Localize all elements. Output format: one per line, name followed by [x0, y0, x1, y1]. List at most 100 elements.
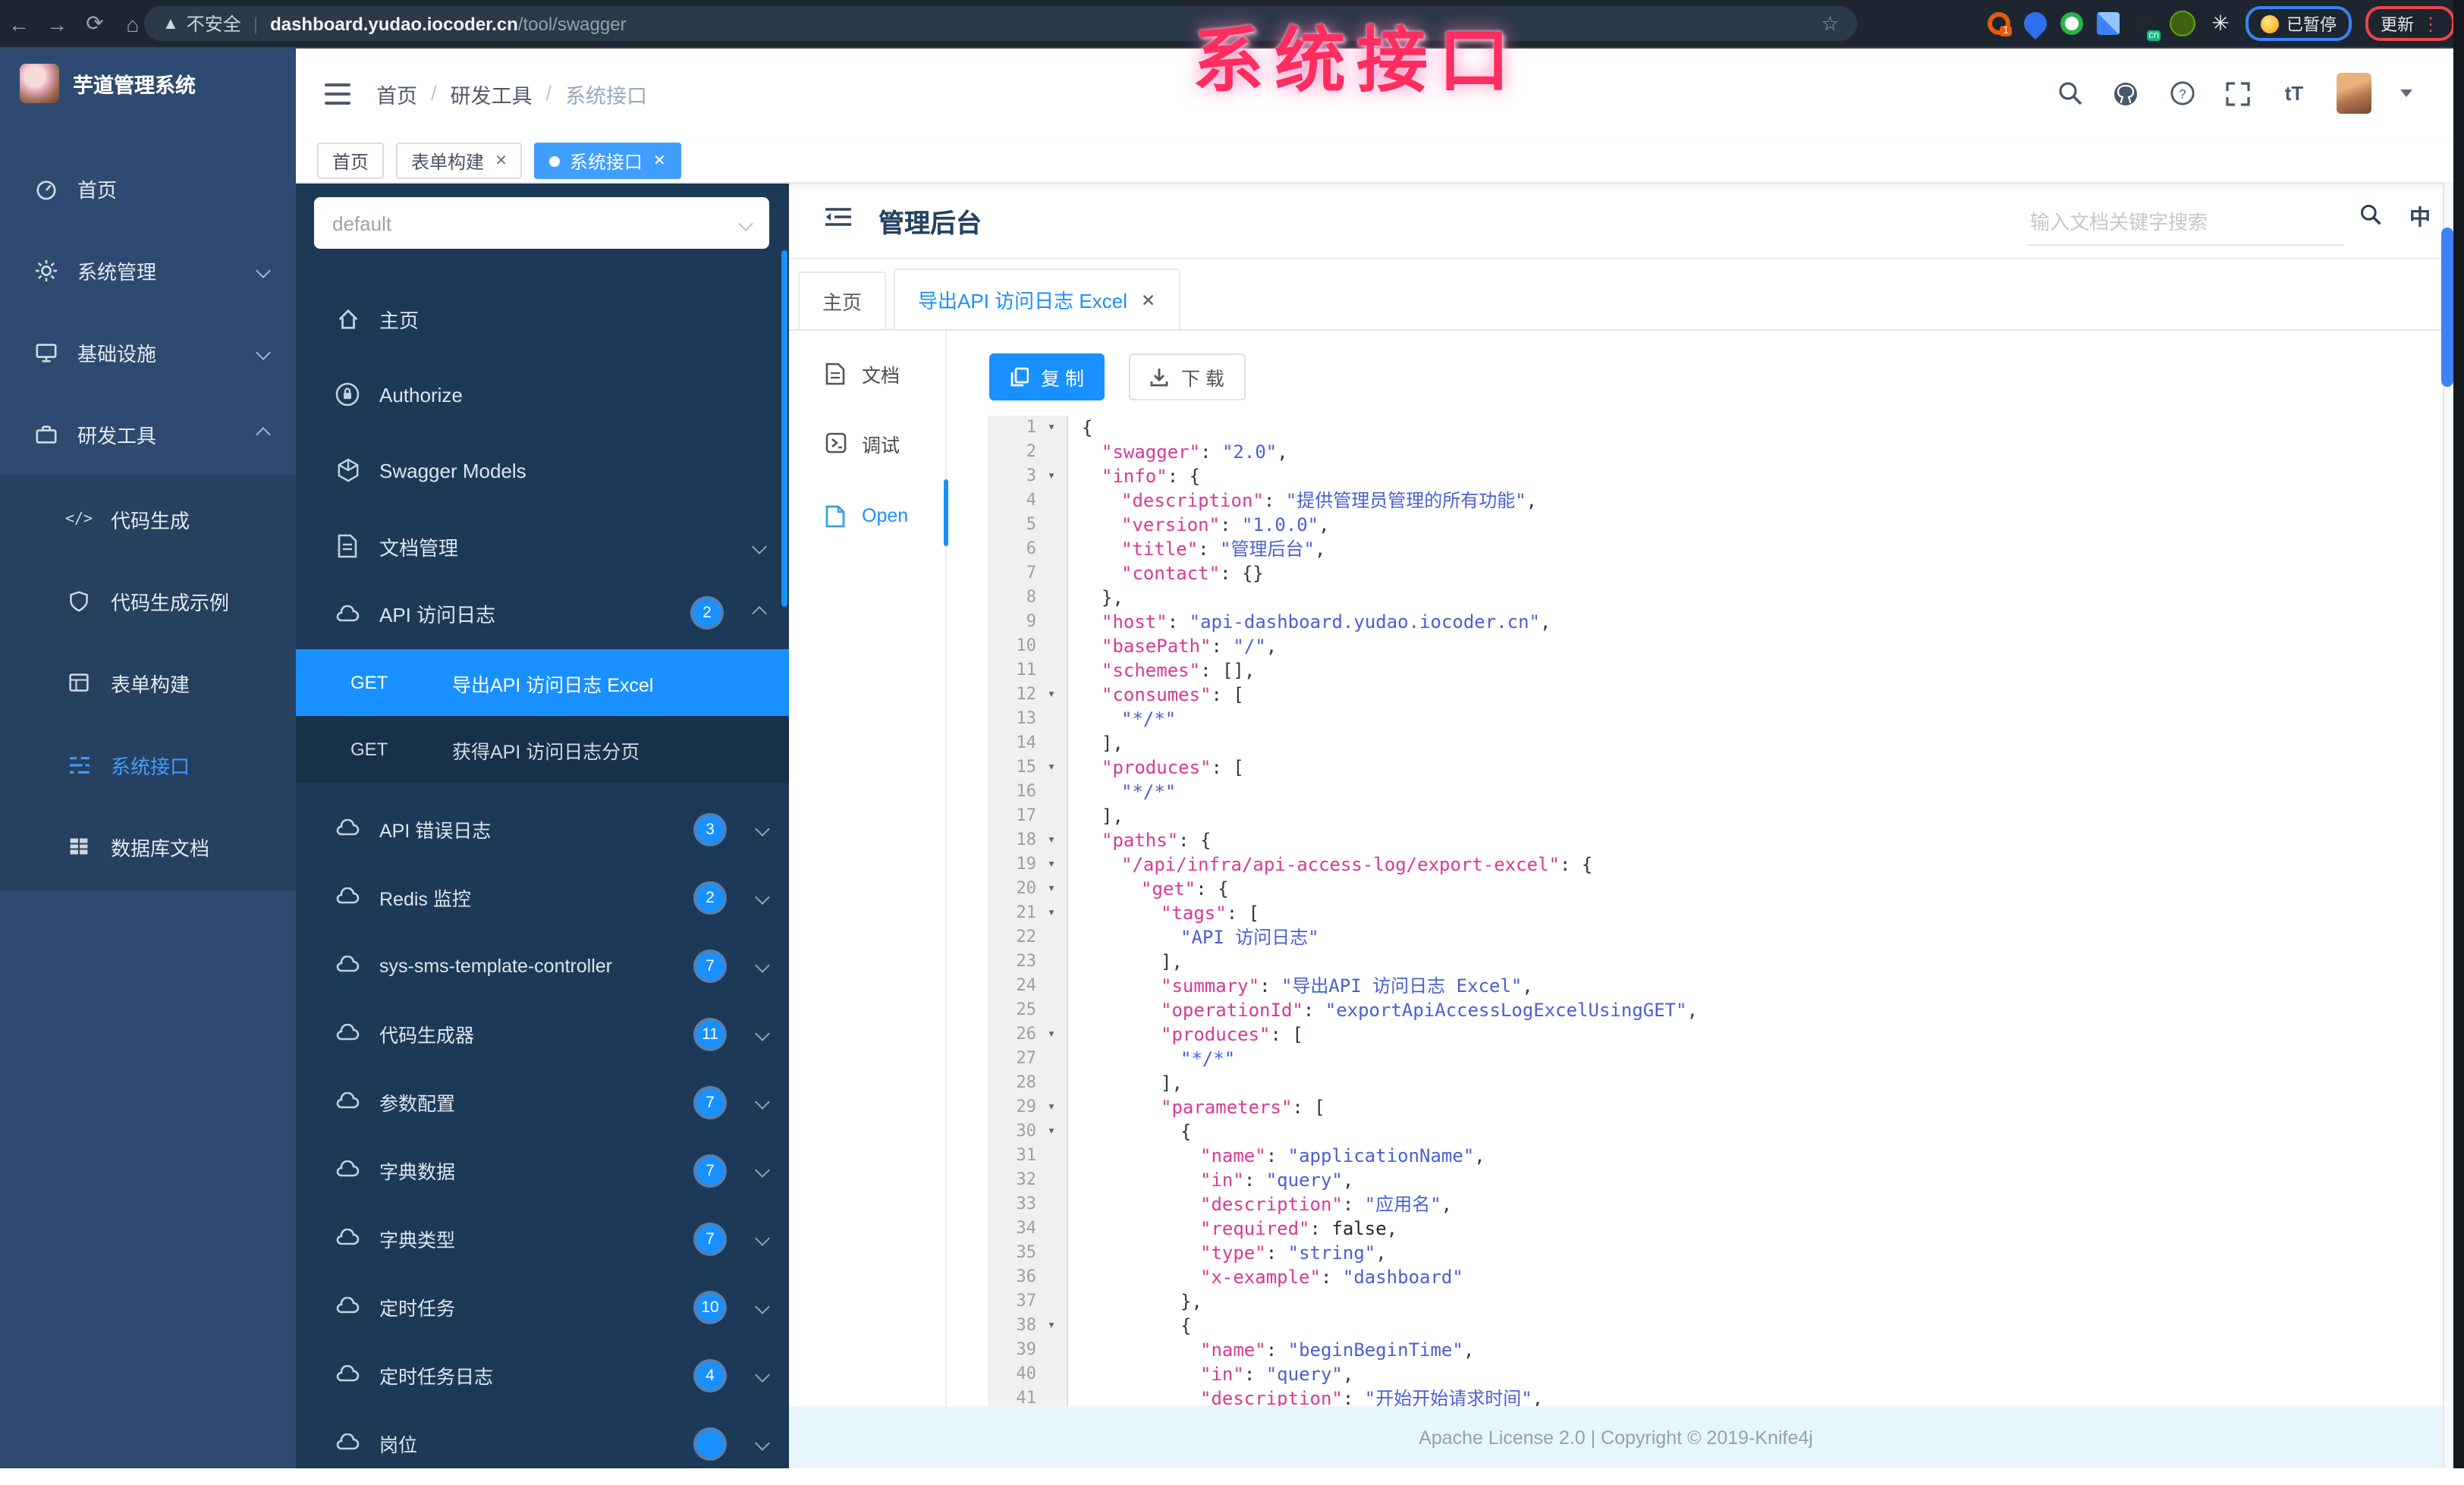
close-icon[interactable]: ✕ [495, 152, 508, 169]
avatar-caret-icon[interactable] [2400, 89, 2412, 97]
hamburger-icon[interactable] [325, 83, 350, 104]
bookmark-star-icon[interactable]: ☆ [1821, 11, 1839, 36]
line-number: 17 [1016, 805, 1037, 825]
tab-home[interactable]: 主页 [798, 272, 887, 331]
fullscreen-icon[interactable] [2224, 80, 2252, 107]
extension-translate-icon[interactable]: cn [2133, 12, 2161, 41]
api-group-select[interactable]: default [314, 197, 769, 249]
rail-item-open[interactable]: Open [789, 485, 980, 546]
dashboard-icon [33, 176, 58, 200]
address-bar[interactable]: ▲ 不安全 | dashboard.yudao.iocoder.cn/tool/… [144, 6, 1857, 41]
operation-get-page[interactable]: GET 获得API 访问日志分页 [296, 716, 789, 783]
fold-toggle-icon[interactable]: ▾ [1036, 877, 1067, 901]
rail-item-debug[interactable]: 调试 [789, 413, 980, 473]
fold-toggle-icon[interactable]: ▾ [1036, 901, 1067, 925]
fold-toggle-icon[interactable]: ▾ [1036, 1095, 1067, 1119]
sidebar-item-devtools[interactable]: 研发工具 [0, 393, 296, 475]
extension-grid-icon[interactable] [2097, 12, 2120, 35]
api-group-row[interactable]: sys-sms-template-controller 7 [296, 931, 789, 1000]
api-group-row[interactable]: 定时任务 10 [296, 1273, 789, 1341]
paused-pill[interactable]: 已暂停 [2246, 6, 2352, 41]
extension-green-icon[interactable] [2060, 12, 2083, 35]
rail-item-doc[interactable]: 文档 [789, 343, 980, 403]
sidebar-item-codegen-demo[interactable]: 代码生成示例 [0, 560, 296, 642]
line-number: 31 [1016, 1145, 1037, 1165]
copy-button[interactable]: 复 制 [989, 353, 1105, 400]
menu-dots-icon[interactable]: ⋮ [2422, 13, 2440, 34]
swagger-nav-authorize[interactable]: Authorize [296, 361, 789, 428]
extension-star-icon[interactable]: ✳ [2209, 11, 2232, 35]
api-group-row[interactable]: 岗位 [296, 1409, 789, 1468]
download-button[interactable]: 下 载 [1129, 353, 1246, 400]
fold-toggle-icon[interactable]: ▾ [1036, 1119, 1067, 1144]
count-badge [696, 1430, 724, 1457]
sidebar-scrollbar-thumb[interactable] [781, 250, 787, 607]
sidebar-item-label: 系统接口 [111, 755, 190, 777]
forward-icon[interactable]: → [38, 11, 76, 36]
tags-view: 首页 表单构建 ✕ 系统接口 ✕ [296, 140, 2453, 184]
avatar[interactable] [2337, 73, 2371, 114]
help-icon[interactable]: ? [2168, 80, 2195, 107]
doc-search-input[interactable]: 输入文档关键字搜索 [2027, 202, 2344, 246]
swagger-nav-models[interactable]: Swagger Models [296, 437, 789, 504]
fold-toggle-icon[interactable]: ▾ [1036, 683, 1067, 707]
tag-form-builder[interactable]: 表单构建 ✕ [396, 143, 523, 179]
back-icon[interactable]: ← [0, 11, 38, 36]
swagger-nav-api-access-log[interactable]: API 访问日志 2 [296, 579, 789, 646]
tag-system-api[interactable]: 系统接口 ✕ [534, 143, 681, 179]
security-label: 不安全 [186, 14, 241, 35]
fold-toggle-icon[interactable]: ▾ [1036, 755, 1067, 780]
sidebar-item-form-builder[interactable]: 表单构建 [0, 642, 296, 724]
operation-export-excel[interactable]: GET 导出API 访问日志 Excel [296, 649, 789, 716]
close-icon[interactable]: ✕ [653, 152, 666, 169]
code-editor[interactable]: 1 ▾{2 "swagger": "2.0", 3 ▾ "info": {4 "descri… [988, 416, 2422, 1406]
api-group-row[interactable]: 字典类型 7 [296, 1204, 789, 1273]
chevron-down-icon [752, 538, 767, 554]
extension-monkey-icon[interactable] [2170, 11, 2195, 36]
language-icon[interactable]: 中 [2409, 202, 2431, 232]
close-icon[interactable]: ✕ [1141, 289, 1155, 310]
collapse-sidebar-icon[interactable] [825, 206, 851, 234]
github-icon[interactable] [2112, 80, 2139, 107]
fold-toggle-icon[interactable]: ▾ [1036, 464, 1067, 488]
breadcrumb-home[interactable]: 首页 [376, 78, 417, 108]
page-scrollbar-thumb[interactable] [2441, 228, 2453, 387]
api-group-row[interactable]: 代码生成器 11 [296, 1000, 789, 1068]
table-icon [67, 834, 91, 859]
reload-icon[interactable]: ⟳ [76, 11, 114, 36]
security-warning-icon[interactable]: ▲ [162, 14, 179, 33]
doc-search-icon[interactable] [2359, 203, 2382, 234]
api-group-row[interactable]: 字典数据 7 [296, 1136, 789, 1204]
tag-home[interactable]: 首页 [317, 143, 385, 179]
update-pill[interactable]: 更新 ⋮ [2365, 6, 2455, 41]
sidebar-item-system[interactable]: 系统管理 [0, 229, 296, 311]
sidebar-item-home[interactable]: 首页 [0, 147, 296, 229]
extension-pin-icon[interactable] [2019, 7, 2052, 40]
swagger-nav-doc-manage[interactable]: 文档管理 [296, 513, 789, 579]
sidebar-item-infra[interactable]: 基础设施 [0, 311, 296, 393]
fold-toggle-icon[interactable]: ▾ [1036, 828, 1067, 852]
extension-orange-icon[interactable]: 1 [1988, 12, 2012, 36]
fold-toggle-icon[interactable]: ▾ [1036, 852, 1067, 877]
code-line: 1 ▾{ [988, 416, 2422, 440]
tab-export-excel[interactable]: 导出API 访问日志 Excel ✕ [894, 268, 1180, 331]
fold-toggle-icon[interactable]: ▾ [1036, 1314, 1067, 1338]
sidebar-item-codegen[interactable]: </> 代码生成 [0, 478, 296, 560]
swagger-nav-home[interactable]: 主页 [296, 285, 789, 352]
search-icon[interactable] [2056, 80, 2083, 107]
fold-toggle-icon[interactable]: ▾ [1036, 416, 1067, 440]
api-group-row[interactable]: API 错误日志 3 [296, 795, 789, 863]
fold-toggle-icon[interactable]: ▾ [1036, 1022, 1067, 1047]
api-group-row[interactable]: 定时任务日志 4 [296, 1341, 789, 1409]
count-badge: 7 [696, 1157, 724, 1184]
line-number: 39 [1016, 1339, 1037, 1359]
api-group-row[interactable]: Redis 监控 2 [296, 863, 789, 931]
sidebar-item-db-doc[interactable]: 数据库文档 [0, 805, 296, 887]
breadcrumb-devtools[interactable]: 研发工具 [451, 78, 533, 108]
sidebar-item-system-api[interactable]: 系统接口 [0, 724, 296, 805]
logo[interactable]: 芋道管理系统 [0, 47, 296, 120]
cloud-icon [335, 1159, 360, 1181]
font-size-icon[interactable]: tT [2280, 80, 2308, 107]
api-group-row[interactable]: 参数配置 7 [296, 1068, 789, 1136]
